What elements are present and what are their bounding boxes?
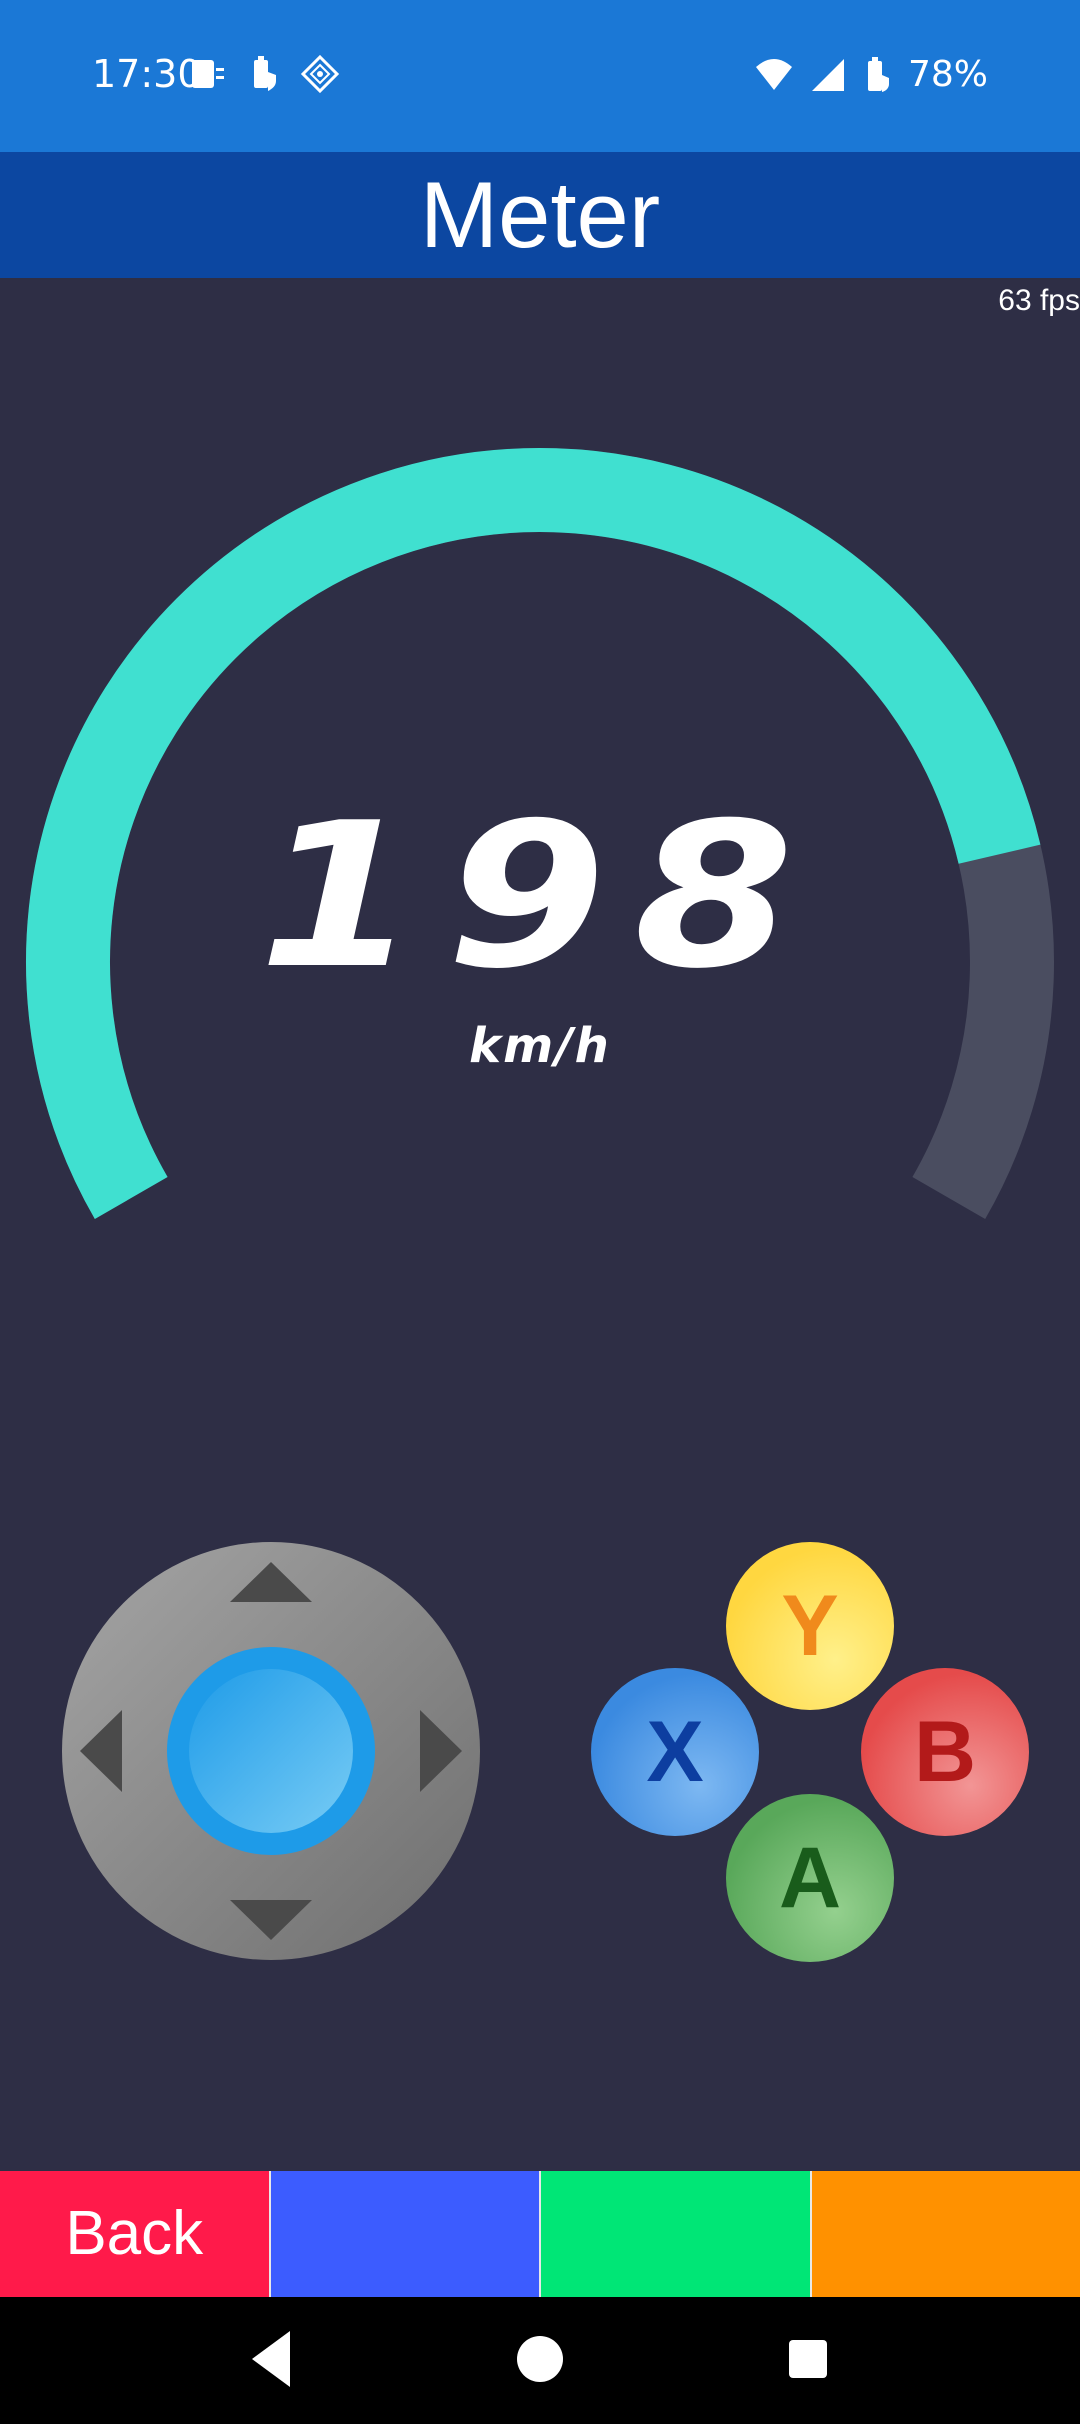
blue-button[interactable] <box>270 2171 541 2297</box>
a-button[interactable]: A <box>726 1794 894 1962</box>
status-time: 17:30 <box>92 52 202 96</box>
battery-saver-icon <box>254 56 276 91</box>
x-button[interactable]: X <box>591 1668 759 1836</box>
b-button[interactable]: B <box>861 1668 1029 1836</box>
status-icons-right: 78% <box>754 54 988 95</box>
signal-icon <box>811 58 844 91</box>
speed-value: 198 <box>258 780 822 1013</box>
fps-counter: 63 fps <box>998 284 1080 317</box>
battery-icon <box>867 56 889 92</box>
back-triangle-icon[interactable] <box>248 2327 294 2391</box>
status-bar: 17:30 78% <box>0 0 1080 152</box>
orange-button[interactable] <box>811 2171 1080 2297</box>
vpn-diamond-icon <box>300 54 340 94</box>
back-button[interactable]: Back <box>0 2171 271 2297</box>
battery-percentage: 78% <box>907 54 988 95</box>
page-title: Meter <box>419 162 661 267</box>
speed-unit: km/h <box>469 1018 611 1074</box>
bottom-button-bar: Back <box>0 2171 1080 2297</box>
y-button[interactable]: Y <box>726 1542 894 1710</box>
recents-square-icon[interactable] <box>786 2327 830 2391</box>
green-button[interactable] <box>541 2171 812 2297</box>
status-icons-left <box>188 54 340 94</box>
app-header: Meter <box>0 152 1080 278</box>
sim-card-icon <box>192 60 224 88</box>
joystick-dpad[interactable] <box>62 1542 480 1960</box>
home-circle-icon[interactable] <box>516 2327 564 2391</box>
navigation-bar <box>0 2297 1080 2424</box>
wifi-icon <box>755 58 792 90</box>
